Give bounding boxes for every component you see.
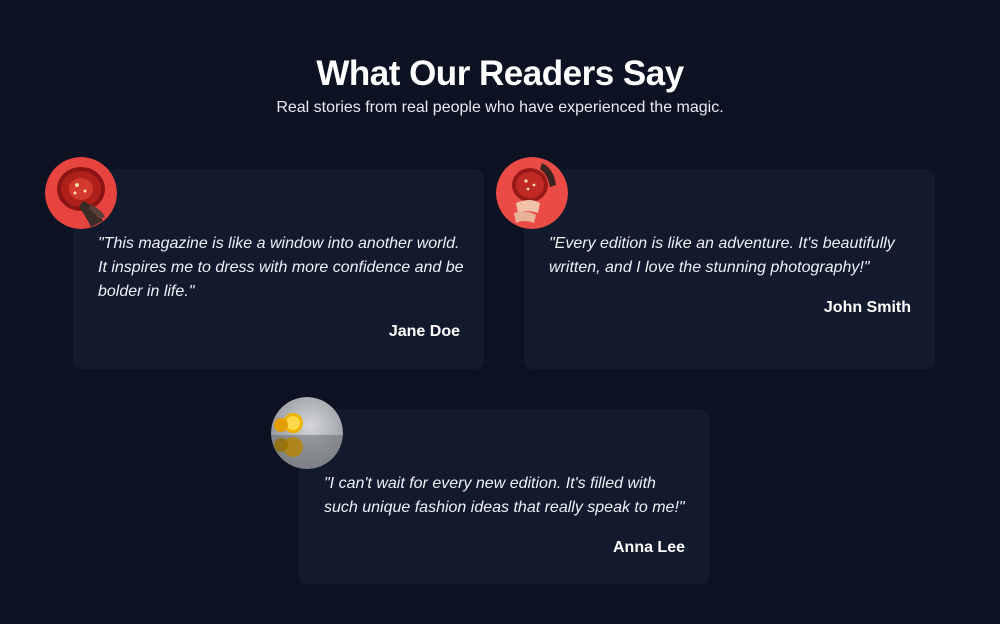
testimonial-author: Jane Doe <box>388 323 460 340</box>
avatar <box>271 397 343 469</box>
section-subtitle: Real stories from real people who have e… <box>276 99 724 116</box>
testimonial-quote: "This magazine is like a window into ano… <box>98 235 464 300</box>
grapefruit-fingers-image <box>496 157 568 229</box>
testimonials-section: What Our Readers Say Real stories from r… <box>0 0 1000 624</box>
testimonial-card: "I can't wait for every new edition. It'… <box>271 397 709 584</box>
testimonial-quote: "Every edition is like an adventure. It'… <box>549 235 895 276</box>
testimonial-quote: "I can't wait for every new edition. It'… <box>324 475 685 516</box>
section-title: What Our Readers Say <box>316 54 684 93</box>
lemon-reflection-image <box>271 397 343 469</box>
testimonial-card: "Every edition is like an adventure. It'… <box>496 157 935 369</box>
avatar <box>45 157 117 229</box>
grapefruit-hand-image <box>45 157 117 229</box>
testimonial-card: "This magazine is like a window into ano… <box>45 157 484 369</box>
testimonial-author: John Smith <box>823 299 911 316</box>
testimonial-author: Anna Lee <box>612 539 685 556</box>
avatar <box>496 157 568 229</box>
